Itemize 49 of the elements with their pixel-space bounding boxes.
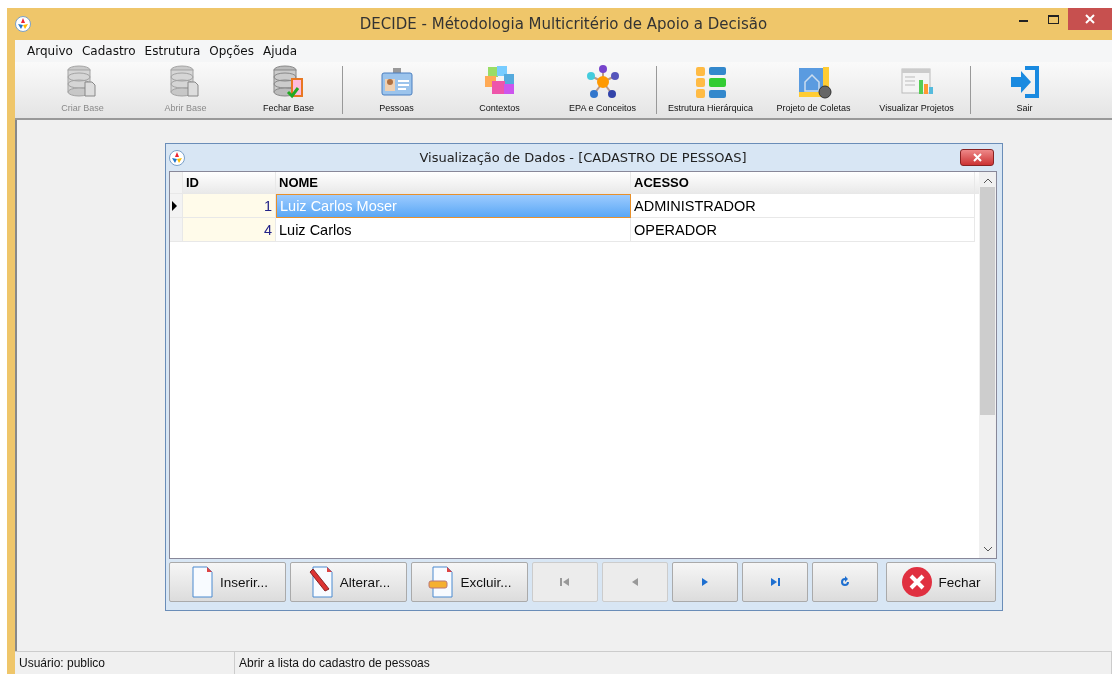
navigation-button[interactable] <box>672 562 738 602</box>
table-cell: 4 <box>183 218 276 242</box>
close-dialog-button[interactable]: Fechar <box>886 562 996 602</box>
last-record-icon <box>769 576 781 588</box>
toolbar-button[interactable]: Contextos <box>448 62 551 118</box>
status-text: Usuário: publico <box>15 652 235 674</box>
toolbar-button[interactable]: Visualizar Projetos <box>865 62 968 118</box>
document-minus-icon <box>427 565 456 599</box>
toolbar-button[interactable]: Projeto de Coletas <box>762 62 865 118</box>
status-text: Abrir a lista do cadastro de pessoas <box>235 652 1112 674</box>
table-cell: 1 <box>183 194 276 218</box>
first-record-icon <box>559 576 571 588</box>
menu-item[interactable]: Ajuda <box>258 42 302 60</box>
maximize-icon <box>1047 14 1059 24</box>
scroll-down-icon <box>982 546 993 552</box>
action-button[interactable]: Excluir... <box>411 562 528 602</box>
toolbar-button[interactable]: Sair <box>973 62 1076 118</box>
menu-item[interactable]: Opções <box>205 42 258 60</box>
navigation-button[interactable] <box>742 562 808 602</box>
app-logo-icon <box>169 149 185 166</box>
network-icon <box>584 64 621 100</box>
navigation-button[interactable] <box>812 562 878 602</box>
window-title: DECIDE - Métodologia Multicritério de Apoio a Decisão <box>359 15 768 33</box>
row-pointer-icon <box>170 198 178 213</box>
close-button[interactable] <box>960 149 994 166</box>
menu-item[interactable]: Arquivo <box>23 42 77 60</box>
row-indicator[interactable] <box>170 194 183 218</box>
table-cell: Luiz Carlos Moser <box>276 194 631 218</box>
toolbar-button[interactable]: Fechar Base <box>237 62 340 118</box>
toolbar-button[interactable]: Pessoas <box>345 62 448 118</box>
action-button[interactable]: Inserir... <box>169 562 286 602</box>
table-cell: ADMINISTRADOR <box>631 194 975 218</box>
close-icon <box>1085 14 1095 24</box>
table-cell: OPERADOR <box>631 218 975 242</box>
table-cell: Luiz Carlos <box>276 218 631 242</box>
dialog-title: Visualização de Dados - [CADASTRO DE PESSOAS] <box>419 150 747 165</box>
scroll-up-icon <box>982 178 993 184</box>
app-logo-icon <box>15 16 31 32</box>
column-header[interactable]: ACESSO <box>631 172 975 194</box>
toolbar-button[interactable]: Estrutura Hierárquica <box>659 62 762 118</box>
menu-item[interactable]: Cadastro <box>77 42 140 60</box>
toolbar-button[interactable]: EPA e Conceitos <box>551 62 654 118</box>
scrollbar-thumb[interactable] <box>980 187 995 415</box>
refresh-icon <box>839 576 851 588</box>
menu-item[interactable]: Estrutura <box>140 42 205 60</box>
close-button[interactable] <box>1068 8 1112 30</box>
action-button[interactable]: Alterar... <box>290 562 407 602</box>
close-circle-icon <box>901 566 934 598</box>
close-icon <box>972 153 982 162</box>
